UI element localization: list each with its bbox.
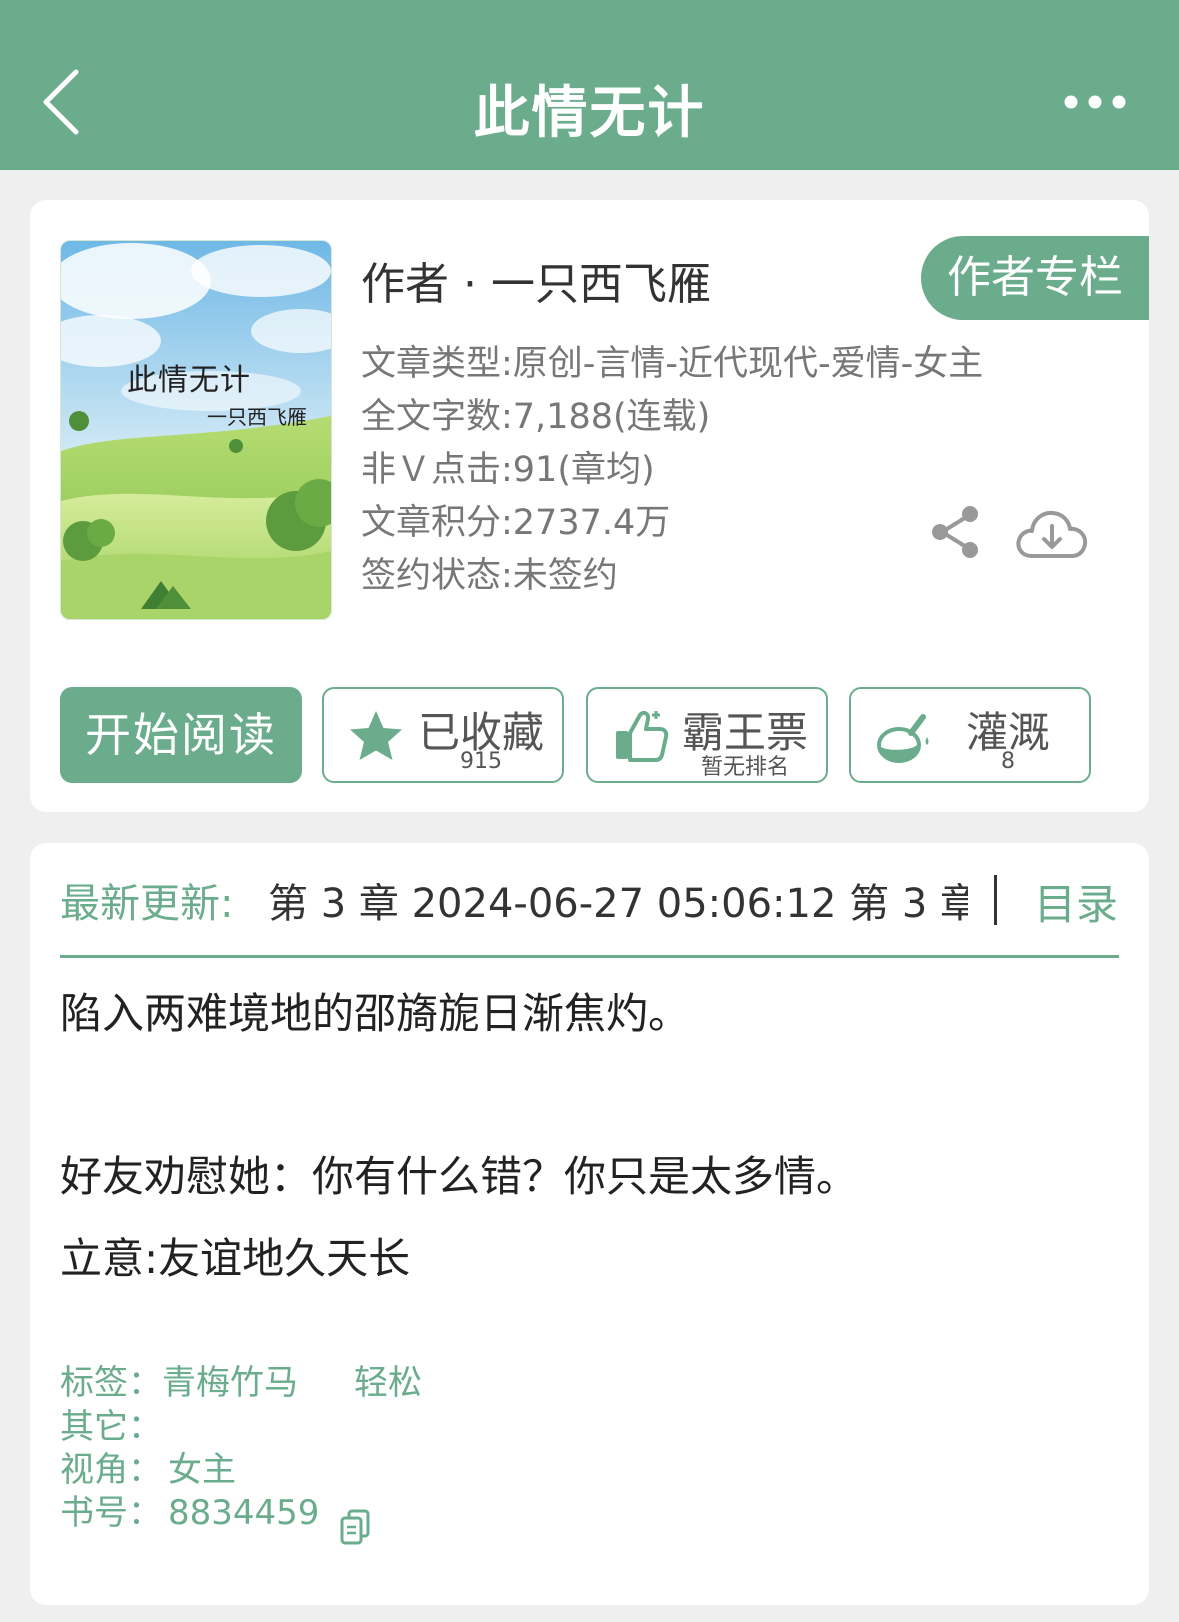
article-score: 文章积分:2737.4万 [361, 503, 671, 543]
perspective-label: 视角： [60, 1450, 162, 1490]
book-id-label: 书号： [60, 1493, 162, 1533]
intent-line: 立意:友谊地久天长 [60, 1234, 411, 1283]
star-icon [350, 711, 402, 760]
latest-update-text[interactable]: 第 3 章 2024-06-27 05:06:12 第 3 章 [268, 871, 968, 929]
other-label: 其它： [60, 1407, 162, 1447]
click-count: 非Ｖ点击:91(章均) [361, 450, 655, 490]
author-name[interactable]: 作者 · 一只西飞雁 [361, 248, 711, 312]
book-detail-card: 最新更新: 第 3 章 2024-06-27 05:06:12 第 3 章 目录… [30, 843, 1149, 1605]
word-count: 全文字数:7,188(连载) [361, 397, 711, 437]
ticket-rank: 暂无排名 [700, 755, 789, 780]
start-reading-button[interactable]: 开始阅读 [60, 687, 302, 783]
tag-item[interactable]: 青梅竹马 [162, 1363, 298, 1403]
description-line: 陷入两难境地的邵旖旎日渐焦灼。 [60, 989, 691, 1038]
book-info-card: 此情无计 一只西飞雁 作者 · 一只西飞雁 作者专栏 文章类型:原创-言情-近代… [30, 200, 1149, 812]
nutrient-button[interactable]: 灌溉 8 [849, 687, 1091, 783]
book-id-row: 书号： 8834459 [60, 1485, 319, 1534]
perspective-value: 女主 [168, 1450, 236, 1490]
description-line: 好友劝慰她：你有什么错？你只是太多情。 [60, 1152, 859, 1201]
more-button[interactable] [1060, 82, 1130, 122]
author-column-button[interactable]: 作者专栏 [921, 236, 1149, 320]
separator [994, 875, 997, 925]
cover-title: 此情无计 [127, 363, 251, 398]
top-nav-bar: 此情无计 [0, 0, 1179, 170]
favorite-count: 915 [460, 749, 502, 774]
share-icon [932, 506, 978, 558]
overlord-ticket-button[interactable]: 霸王票 暂无排名 [586, 687, 828, 783]
divider [60, 955, 1119, 958]
tags-label: 标签： [60, 1363, 162, 1403]
catalog-link[interactable]: 目录 [1034, 871, 1118, 932]
cloud-download-icon [1016, 510, 1088, 558]
copy-button[interactable] [340, 1509, 370, 1545]
flask-icon [877, 714, 929, 763]
book-id-value: 8834459 [168, 1493, 320, 1533]
tags-row: 标签：青梅竹马 轻松 [60, 1355, 422, 1404]
favorite-button[interactable]: 已收藏 915 [322, 687, 564, 783]
copy-icon [340, 1509, 370, 1545]
page-title: 此情无计 [473, 81, 706, 146]
tag-item[interactable]: 轻松 [354, 1363, 422, 1403]
thumbs-up-icon [616, 710, 669, 762]
book-cover[interactable]: 此情无计 一只西飞雁 [60, 240, 332, 620]
other-row: 其它： [60, 1399, 162, 1448]
download-button[interactable] [1014, 506, 1090, 564]
perspective-row: 视角： 女主 [60, 1442, 236, 1491]
contract-status: 签约状态:未签约 [361, 556, 618, 596]
latest-update-label: 最新更新: [60, 881, 234, 927]
more-horizontal-icon [1064, 95, 1126, 109]
share-button[interactable] [930, 504, 982, 560]
cover-author: 一只西飞雁 [207, 405, 307, 429]
nutrient-count: 8 [1001, 749, 1015, 774]
cover-illustration [61, 241, 331, 619]
article-type: 文章类型:原创-言情-近代现代-爱情-女主 [361, 344, 984, 384]
